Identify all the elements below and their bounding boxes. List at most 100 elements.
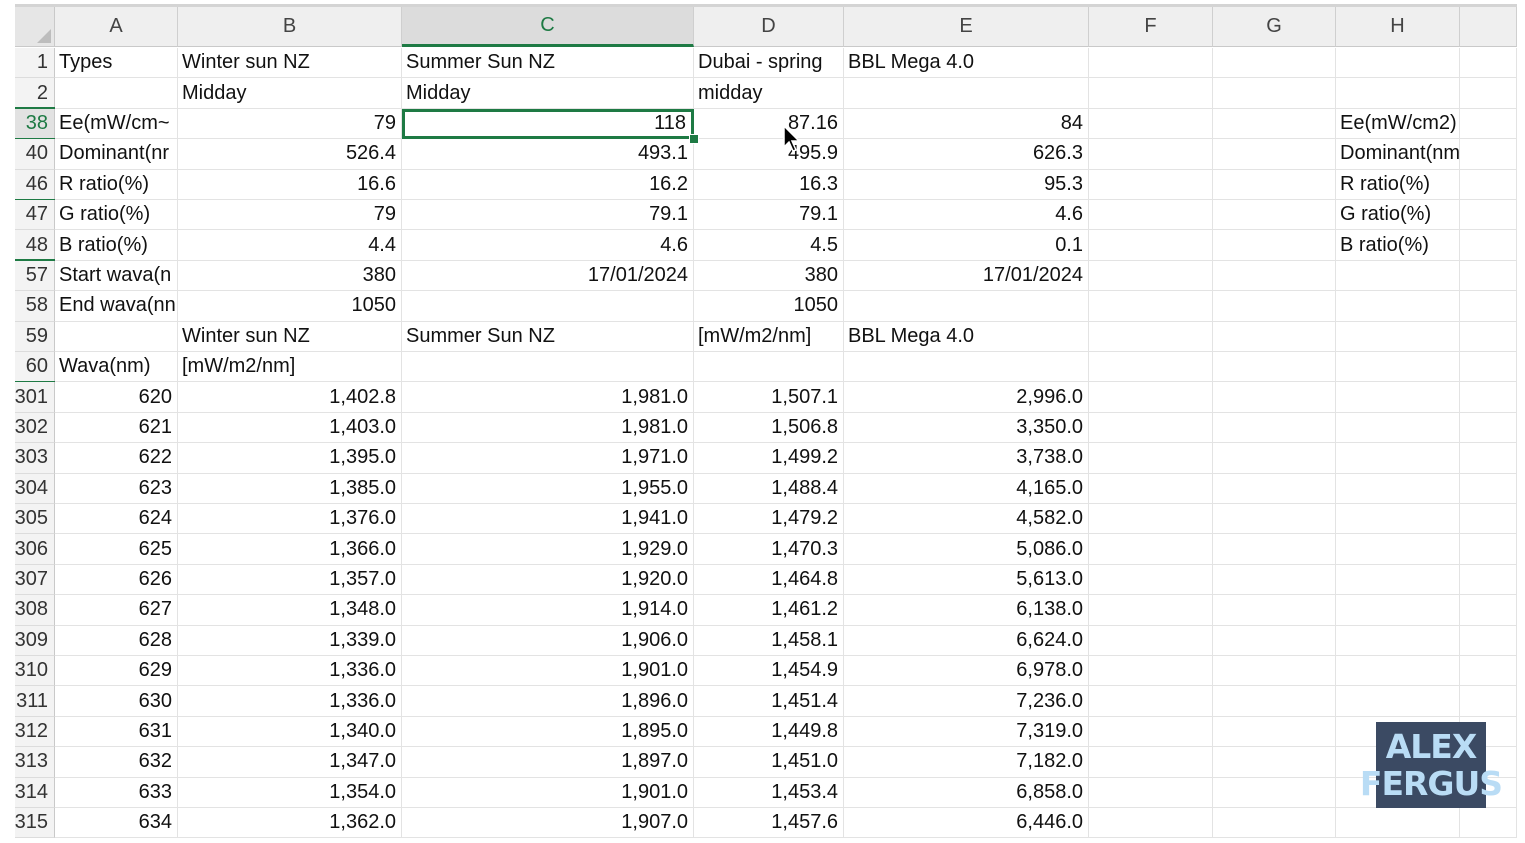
cell-c1[interactable]: Summer Sun NZ (402, 48, 694, 79)
cell-h38[interactable]: Ee(mW/cm2) (1336, 108, 1460, 140)
cell-h311[interactable] (1336, 686, 1460, 717)
cell-e306[interactable]: 5,086.0 (844, 534, 1089, 565)
cell-c307[interactable]: 1,920.0 (402, 564, 694, 596)
cell-i47[interactable] (1460, 200, 1517, 231)
row-header-48[interactable]: 48 (15, 230, 55, 261)
cell-e307[interactable]: 5,613.0 (844, 564, 1089, 596)
cell-b314[interactable]: 1,354.0 (178, 777, 402, 808)
cell-d312[interactable]: 1,449.8 (694, 716, 844, 748)
cell-d315[interactable]: 1,457.6 (694, 808, 844, 839)
cell-e60[interactable] (844, 352, 1089, 383)
cell-b47[interactable]: 79 (178, 200, 402, 231)
cell-e58[interactable] (844, 291, 1089, 322)
cell-g313[interactable] (1213, 747, 1336, 778)
cell-h303[interactable] (1336, 443, 1460, 474)
cell-d309[interactable]: 1,458.1 (694, 625, 844, 656)
row-header-310[interactable]: 310 (15, 656, 55, 687)
cell-i38[interactable] (1460, 108, 1517, 140)
cell-a310[interactable]: 629 (55, 656, 178, 687)
cell-f304[interactable] (1089, 473, 1213, 504)
cell-f47[interactable] (1089, 200, 1213, 231)
row-header-315[interactable]: 315 (15, 808, 55, 839)
cell-a305[interactable]: 624 (55, 504, 178, 535)
cell-h308[interactable] (1336, 595, 1460, 626)
cell-i301[interactable] (1460, 382, 1517, 413)
cell-g59[interactable] (1213, 321, 1336, 352)
cell-i308[interactable] (1460, 595, 1517, 626)
cell-d303[interactable]: 1,499.2 (694, 443, 844, 474)
cell-e314[interactable]: 6,858.0 (844, 777, 1089, 808)
cell-f314[interactable] (1089, 777, 1213, 808)
cell-h310[interactable] (1336, 656, 1460, 687)
cell-d311[interactable]: 1,451.4 (694, 686, 844, 717)
cell-b60[interactable]: [mW/m2/nm] (178, 352, 402, 383)
cell-h57[interactable] (1336, 260, 1460, 292)
cell-f303[interactable] (1089, 443, 1213, 474)
cell-c310[interactable]: 1,901.0 (402, 656, 694, 687)
cell-d38[interactable]: 87.16 (694, 108, 844, 140)
cell-b57[interactable]: 380 (178, 260, 402, 292)
cell-f46[interactable] (1089, 169, 1213, 200)
cell-e48[interactable]: 0.1 (844, 230, 1089, 261)
cell-c57[interactable]: 17/01/2024 (402, 260, 694, 292)
cell-e1[interactable]: BBL Mega 4.0 (844, 48, 1089, 79)
cell-e301[interactable]: 2,996.0 (844, 382, 1089, 413)
cell-g303[interactable] (1213, 443, 1336, 474)
cell-h47[interactable]: G ratio(%) (1336, 200, 1460, 231)
cell-f1[interactable] (1089, 48, 1213, 79)
cell-d57[interactable]: 380 (694, 260, 844, 292)
cell-a1[interactable]: Types (55, 48, 178, 79)
cell-d306[interactable]: 1,470.3 (694, 534, 844, 565)
cell-b310[interactable]: 1,336.0 (178, 656, 402, 687)
cell-h59[interactable] (1336, 321, 1460, 352)
cell-f309[interactable] (1089, 625, 1213, 656)
cell-d307[interactable]: 1,464.8 (694, 564, 844, 596)
cell-f60[interactable] (1089, 352, 1213, 383)
cell-g48[interactable] (1213, 230, 1336, 261)
cell-d47[interactable]: 79.1 (694, 200, 844, 231)
cell-a302[interactable]: 621 (55, 412, 178, 444)
cell-g306[interactable] (1213, 534, 1336, 565)
cell-a48[interactable]: B ratio(%) (55, 230, 178, 261)
cell-a312[interactable]: 631 (55, 716, 178, 748)
cell-h306[interactable] (1336, 534, 1460, 565)
cell-b2[interactable]: Midday (178, 78, 402, 109)
cell-a311[interactable]: 630 (55, 686, 178, 717)
cell-a38[interactable]: Ee(mW/cm~ (55, 108, 178, 140)
cell-c58[interactable] (402, 291, 694, 322)
cell-h48[interactable]: B ratio(%) (1336, 230, 1460, 261)
cell-g60[interactable] (1213, 352, 1336, 383)
cell-g47[interactable] (1213, 200, 1336, 231)
cell-e40[interactable]: 626.3 (844, 139, 1089, 170)
cell-f57[interactable] (1089, 260, 1213, 292)
cell-g302[interactable] (1213, 412, 1336, 444)
cell-h58[interactable] (1336, 291, 1460, 322)
cell-b304[interactable]: 1,385.0 (178, 473, 402, 504)
cell-g311[interactable] (1213, 686, 1336, 717)
cell-b40[interactable]: 526.4 (178, 139, 402, 170)
cell-f48[interactable] (1089, 230, 1213, 261)
cell-i59[interactable] (1460, 321, 1517, 352)
cell-f310[interactable] (1089, 656, 1213, 687)
cell-a306[interactable]: 625 (55, 534, 178, 565)
cell-f58[interactable] (1089, 291, 1213, 322)
cell-f59[interactable] (1089, 321, 1213, 352)
spreadsheet[interactable]: ABCDEFGH 1 Types Winter sun NZ Summer Sun N… (0, 0, 1525, 843)
cell-b307[interactable]: 1,357.0 (178, 564, 402, 596)
row-header-58[interactable]: 58 (15, 291, 55, 322)
cell-e59[interactable]: BBL Mega 4.0 (844, 321, 1089, 352)
cell-b48[interactable]: 4.4 (178, 230, 402, 261)
cell-i305[interactable] (1460, 504, 1517, 535)
cell-g309[interactable] (1213, 625, 1336, 656)
cell-d48[interactable]: 4.5 (694, 230, 844, 261)
cell-g310[interactable] (1213, 656, 1336, 687)
cell-e312[interactable]: 7,319.0 (844, 716, 1089, 748)
cell-b302[interactable]: 1,403.0 (178, 412, 402, 444)
row-header-309[interactable]: 309 (15, 625, 55, 656)
active-cell-c38[interactable]: 118 (402, 108, 694, 140)
row-header-1[interactable]: 1 (15, 48, 55, 79)
cell-a59[interactable] (55, 321, 178, 352)
cell-c302[interactable]: 1,981.0 (402, 412, 694, 444)
cell-d59[interactable]: [mW/m2/nm] (694, 321, 844, 352)
cell-a304[interactable]: 623 (55, 473, 178, 504)
